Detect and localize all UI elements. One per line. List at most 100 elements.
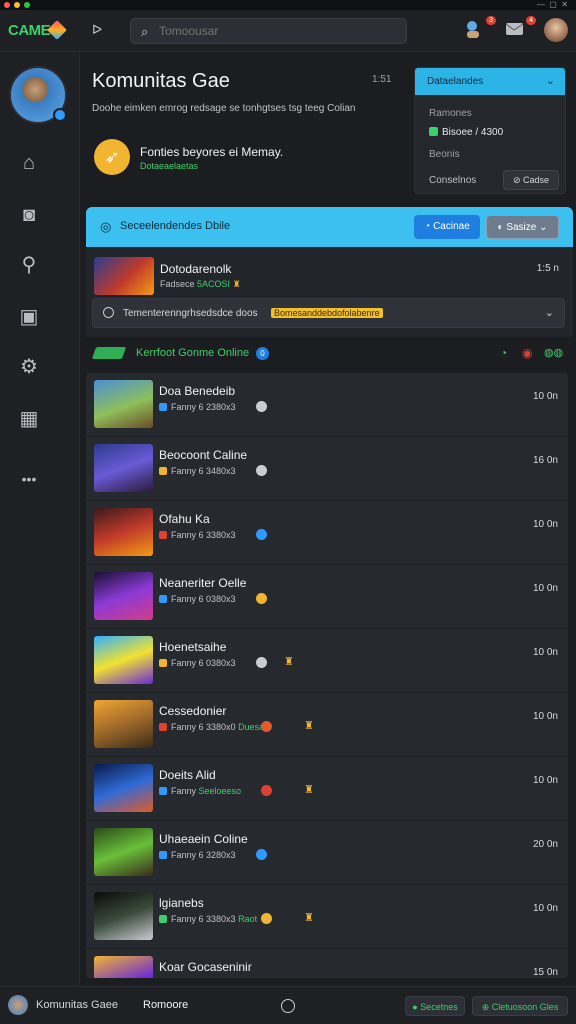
window-chrome: — ▢ ✕ <box>0 0 576 10</box>
game-sub-highlight: Raot <box>238 914 258 924</box>
section-badge: 0 <box>256 347 269 360</box>
game-sub-text: Fanny 6 3280x3 <box>171 850 236 860</box>
panel-line: Bisoee / 4300 <box>429 127 503 138</box>
feature-title[interactable]: Fonties beyores ei Memay. <box>140 145 283 159</box>
bottom-button-1[interactable]: ● Secetnes <box>405 996 465 1016</box>
status-badge <box>261 785 272 796</box>
game-thumbnail <box>94 764 153 812</box>
game-time: 10 0n <box>532 711 558 722</box>
list-item[interactable]: Doeits Alid Fanny Seeloeeso ♜ 10 0n <box>86 757 568 821</box>
game-sub-text: Fanny 6 2380x3 <box>171 402 236 412</box>
game-sub-text: Fanny <box>171 786 197 796</box>
game-subtitle: Fanny 6 3480x3 <box>159 466 236 476</box>
game-title: Koar Gocaseninir <box>159 960 252 974</box>
status-badge <box>261 913 272 924</box>
panel-dropdown[interactable]: Dataelandes ⌄ <box>415 68 565 95</box>
featured-select[interactable]: Tementerenngrhsedsdce doos Bomesanddebdo… <box>92 298 565 328</box>
game-title: Uhaeaein Coline <box>159 832 248 846</box>
list-item[interactable]: Ofahu Ka Fanny 6 3380x3 10 0n <box>86 501 568 565</box>
home-icon[interactable]: ⌂ <box>16 150 42 176</box>
minimize-window-icon[interactable] <box>14 2 20 8</box>
more-icon[interactable]: ••• <box>16 466 42 492</box>
trophy-icon: ♜ <box>232 279 241 289</box>
search-icon[interactable]: ⚲ <box>16 252 42 278</box>
game-time: 10 0n <box>532 519 558 530</box>
game-thumbnail <box>94 636 153 684</box>
game-subtitle: Fanny Seeloeeso <box>159 786 241 796</box>
platform-icon <box>159 531 167 539</box>
bottom-button-2[interactable]: ⊕ Cletuosoon Gles <box>472 996 568 1016</box>
list-item[interactable]: Uhaeaein Coline Fanny 6 3280x3 20 0n <box>86 821 568 885</box>
featured-number: 1:5 n <box>536 263 559 274</box>
status-badge <box>256 465 267 476</box>
top-bar: CAME ᐅ ⌕ 3 4 <box>0 10 576 52</box>
record-icon[interactable]: ◉ <box>522 346 532 360</box>
notification-count: 4 <box>526 16 536 25</box>
header-counter: 1:51 <box>372 74 392 85</box>
list-item[interactable]: Neaneriter Oelle Fanny 6 0380x3 10 0n <box>86 565 568 629</box>
bottom-bar: Komunitas Gaee Romoore ● Secetnes ⊕ Clet… <box>0 986 576 1024</box>
featured-sub-prefix: Fadsece <box>160 279 195 289</box>
list-item[interactable]: Doa Benedeib Fanny 6 2380x3 10 0n <box>86 373 568 437</box>
chevron-down-icon: ⌄ <box>545 75 555 87</box>
featured-thumbnail <box>94 257 154 295</box>
settings-icon[interactable]: ⚙ <box>16 354 42 380</box>
panel-line: Ramones <box>429 108 472 119</box>
refresh-icon[interactable]: ◔ <box>500 346 507 360</box>
app-logo[interactable]: CAME <box>8 22 51 39</box>
list-item[interactable]: Koar Gocaseninir 15 0n <box>86 949 568 978</box>
library-icon[interactable]: ▣ <box>16 304 42 330</box>
secondary-action-button[interactable]: ◐ Sasize ⌄ <box>486 215 559 239</box>
message-icon <box>505 23 524 35</box>
radio-icon[interactable] <box>103 307 114 318</box>
search-box[interactable]: ⌕ <box>130 18 407 44</box>
game-subtitle: Fanny 6 3280x3 <box>159 850 236 860</box>
chevron-right-icon[interactable]: ᐅ <box>92 22 102 38</box>
bottom-tab[interactable]: Romoore <box>143 999 188 1011</box>
game-title: Neaneriter Oelle <box>159 576 247 590</box>
avatar[interactable] <box>8 995 28 1015</box>
featured-select-highlight: Bomesanddebdofolabenre <box>271 308 383 318</box>
panel-line: Beonis <box>429 149 460 160</box>
friends-notification[interactable]: 3 <box>464 16 496 44</box>
list-item[interactable]: lgianebs Fanny 6 3380x3 Raot ♜ 10 0n <box>86 885 568 949</box>
maximize-window-icon[interactable] <box>24 2 30 8</box>
featured-sub-highlight: 5ACOSI <box>197 279 231 289</box>
chevron-down-icon: ⌄ <box>544 307 554 319</box>
window-controls[interactable]: — ▢ ✕ <box>537 0 568 9</box>
message-notification[interactable]: 4 <box>504 16 536 44</box>
list-item[interactable]: Beocoont Caline Fanny 6 3480x3 16 0n <box>86 437 568 501</box>
user-avatar[interactable] <box>544 18 568 42</box>
platform-icon <box>159 659 167 667</box>
primary-action-button[interactable]: ◔ Cacinae <box>414 215 480 239</box>
notification-count: 3 <box>486 16 496 25</box>
feature-subtitle: Dotaeaelaetas <box>140 161 199 171</box>
game-title: Doeits Alid <box>159 768 216 782</box>
panel-line: Conselnos <box>429 175 477 186</box>
info-panel: Dataelandes ⌄ Ramones Bisoee / 4300 Beon… <box>414 67 566 194</box>
action-bar-text: Seceelendendes Dbile <box>120 220 231 232</box>
chat-icon[interactable]: ◙ <box>16 202 42 228</box>
platform-icon <box>159 787 167 795</box>
game-title: Ofahu Ka <box>159 512 210 526</box>
close-window-icon[interactable] <box>4 2 10 8</box>
featured-item[interactable]: Dotodarenolk Fadsece 5ACOSI ♜ 1:5 n Teme… <box>86 247 573 337</box>
list-item[interactable]: Hoenetsaihe Fanny 6 0380x3 ♜ 10 0n <box>86 629 568 693</box>
game-subtitle: Fanny 6 3380x0 Duesa <box>159 722 264 732</box>
bottom-community-name[interactable]: Komunitas Gaee <box>36 999 118 1011</box>
search-input[interactable] <box>159 22 399 40</box>
list-item[interactable]: Cessedonier Fanny 6 3380x0 Duesa ♜ 10 0n <box>86 693 568 757</box>
filter-icon[interactable]: ◍◍ <box>544 346 563 359</box>
home-circle-icon[interactable] <box>281 999 295 1013</box>
sidebar: ⌂ ◙ ⚲ ▣ ⚙ ▦ ••• <box>0 52 80 986</box>
platform-icon <box>159 723 167 731</box>
trophy-icon: ♜ <box>304 720 314 732</box>
game-thumbnail <box>94 700 153 748</box>
game-subtitle: Fanny 6 3380x3 Raot <box>159 914 257 924</box>
game-thumbnail <box>94 572 153 620</box>
featured-subtitle: Fadsece 5ACOSI ♜ <box>160 279 241 290</box>
game-list: Doa Benedeib Fanny 6 2380x3 10 0n Beocoont … <box>86 373 568 978</box>
platform-icon <box>159 467 167 475</box>
panel-button[interactable]: ⊘ Cadse <box>503 170 559 190</box>
grid-icon[interactable]: ▦ <box>16 406 42 432</box>
